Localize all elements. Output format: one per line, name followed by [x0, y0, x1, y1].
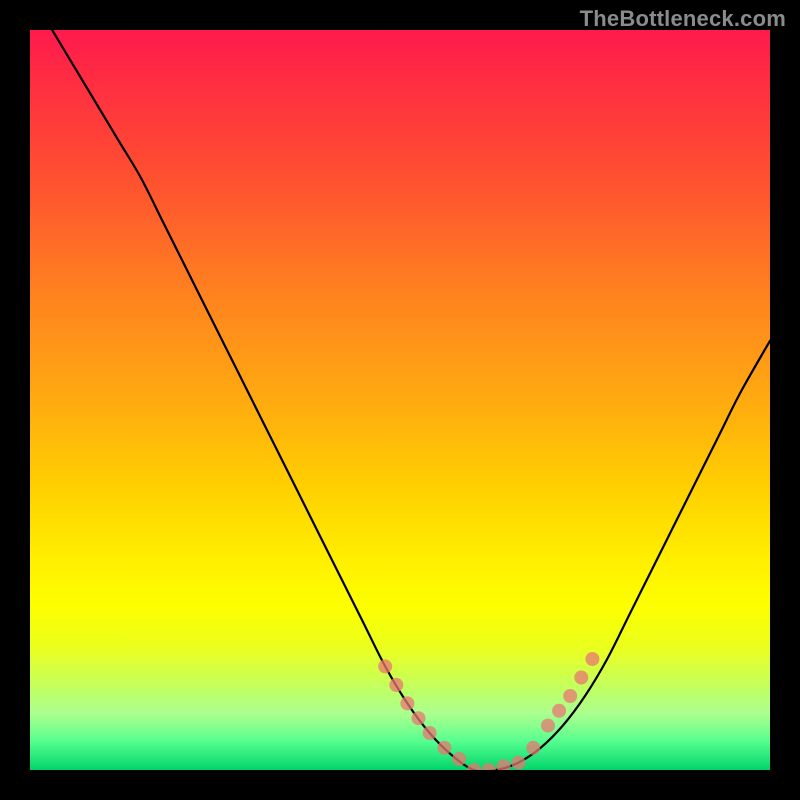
lower-wash — [30, 644, 770, 770]
watermark-text: TheBottleneck.com — [580, 6, 786, 32]
chart-stage: TheBottleneck.com — [0, 0, 800, 800]
plot-area — [30, 30, 770, 770]
